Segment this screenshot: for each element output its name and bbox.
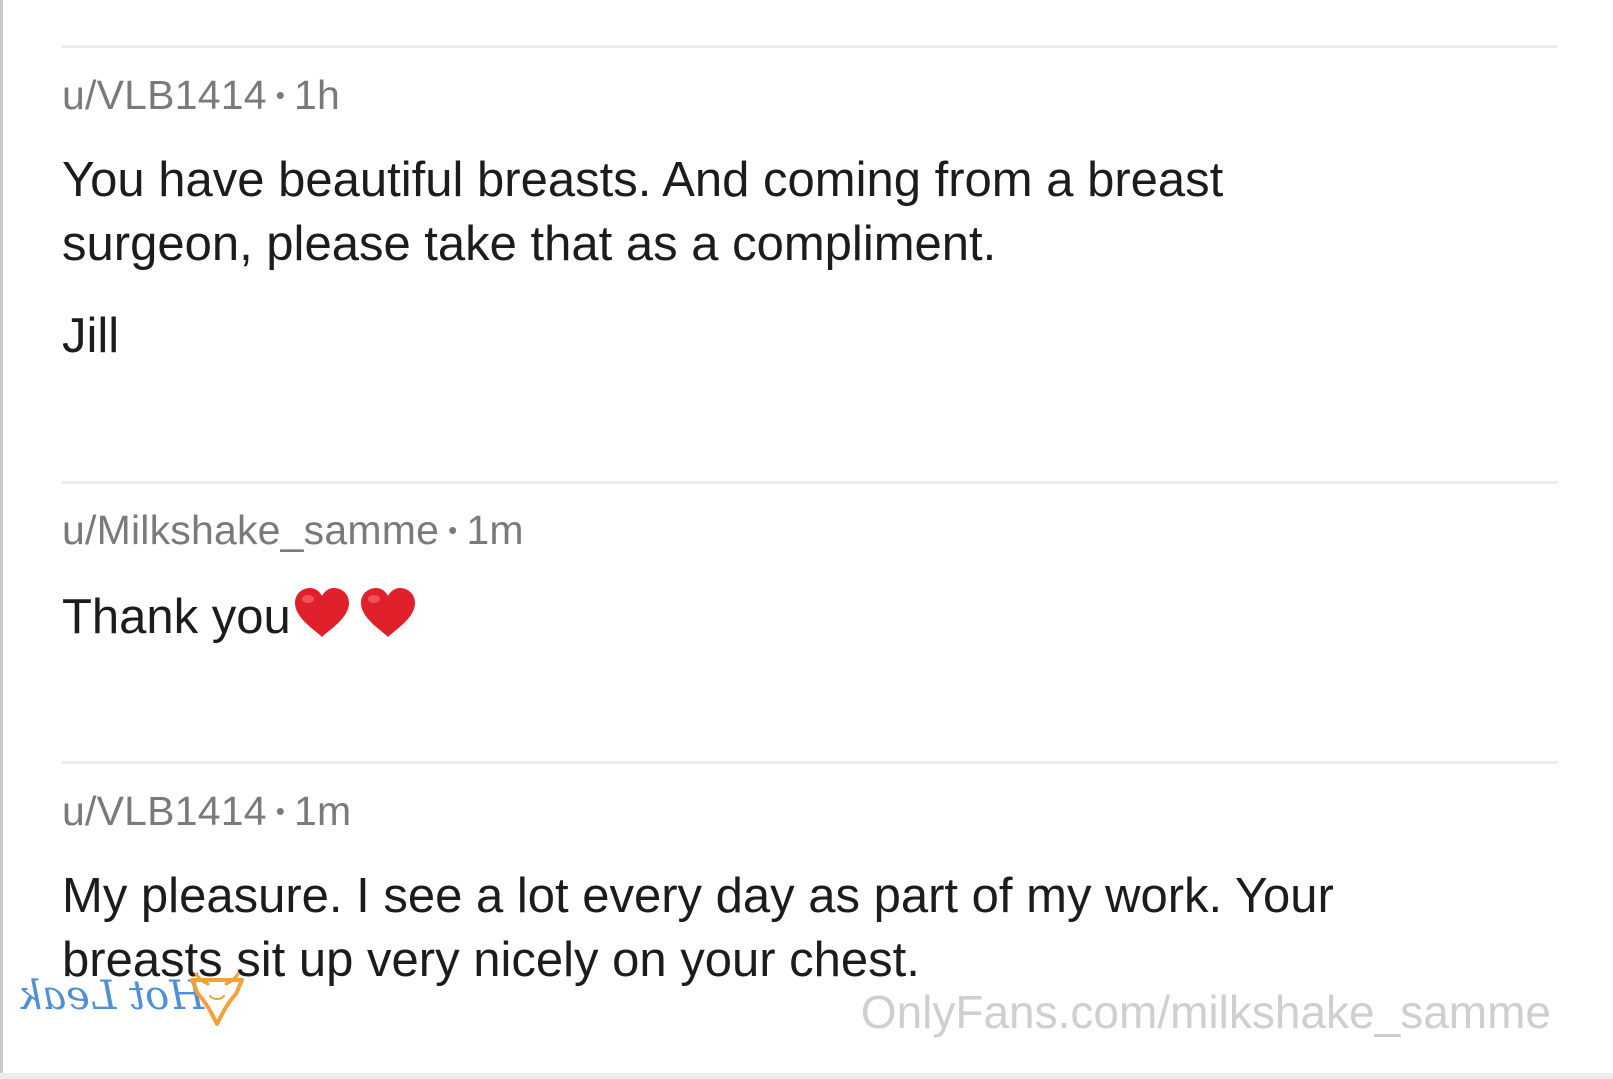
comment-username[interactable]: u/VLB1414: [62, 788, 267, 834]
comment-timestamp: 1m: [466, 507, 524, 553]
comment-meta: u/VLB1414 • 1m: [62, 786, 1562, 836]
comment-body: You have beautiful breasts. And coming f…: [62, 148, 1562, 368]
divider: [62, 45, 1558, 48]
bottom-edge-border: [0, 1073, 1613, 1079]
comment-meta: u/VLB1414 • 1h: [62, 70, 1562, 120]
comment-text-line: surgeon, please take that as a complimen…: [62, 217, 997, 271]
comment-text-line: My pleasure. I see a lot every day as pa…: [62, 869, 1334, 923]
comment-text: Thank you: [62, 590, 291, 644]
panties-icon: [186, 972, 248, 1030]
comment-signature: Jill: [62, 309, 120, 363]
comment-timestamp: 1h: [294, 72, 341, 118]
onlyfans-url-watermark: OnlyFans.com/milkshake_samme: [860, 986, 1551, 1038]
comment-item: u/VLB1414 • 1m My pleasure. I see a lot ev…: [62, 786, 1562, 992]
hot-leak-watermark: Hot Leak: [18, 966, 248, 1036]
left-edge-border: [0, 0, 3, 1079]
comment-text-line: You have beautiful breasts. And coming f…: [62, 153, 1224, 207]
divider: [62, 761, 1558, 764]
comment-text-line: Thank you: [62, 583, 1562, 649]
comment-thread: u/VLB1414 • 1h You have beautiful breasts.…: [62, 0, 1562, 1079]
divider: [62, 481, 1558, 484]
red-heart-icon: [357, 583, 419, 645]
comment-username[interactable]: u/Milkshake_samme: [62, 507, 439, 553]
comment-body: My pleasure. I see a lot every day as pa…: [62, 864, 1562, 992]
comment-meta: u/Milkshake_samme • 1m: [62, 505, 1562, 555]
meta-separator: •: [275, 796, 286, 826]
comment-timestamp: 1m: [294, 788, 352, 834]
comment-item: u/VLB1414 • 1h You have beautiful breasts.…: [62, 70, 1562, 368]
meta-separator: •: [448, 515, 458, 545]
watermark-logo-text: Hot Leak: [18, 973, 205, 1019]
comment-body: Thank you: [62, 583, 1562, 649]
meta-separator: •: [275, 80, 286, 110]
comment-text-line: breasts sit up very nicely on your chest…: [62, 933, 920, 987]
comment-username[interactable]: u/VLB1414: [62, 72, 267, 118]
comment-item: u/Milkshake_samme • 1m Thank you: [62, 505, 1562, 649]
red-heart-icon: [291, 583, 353, 645]
